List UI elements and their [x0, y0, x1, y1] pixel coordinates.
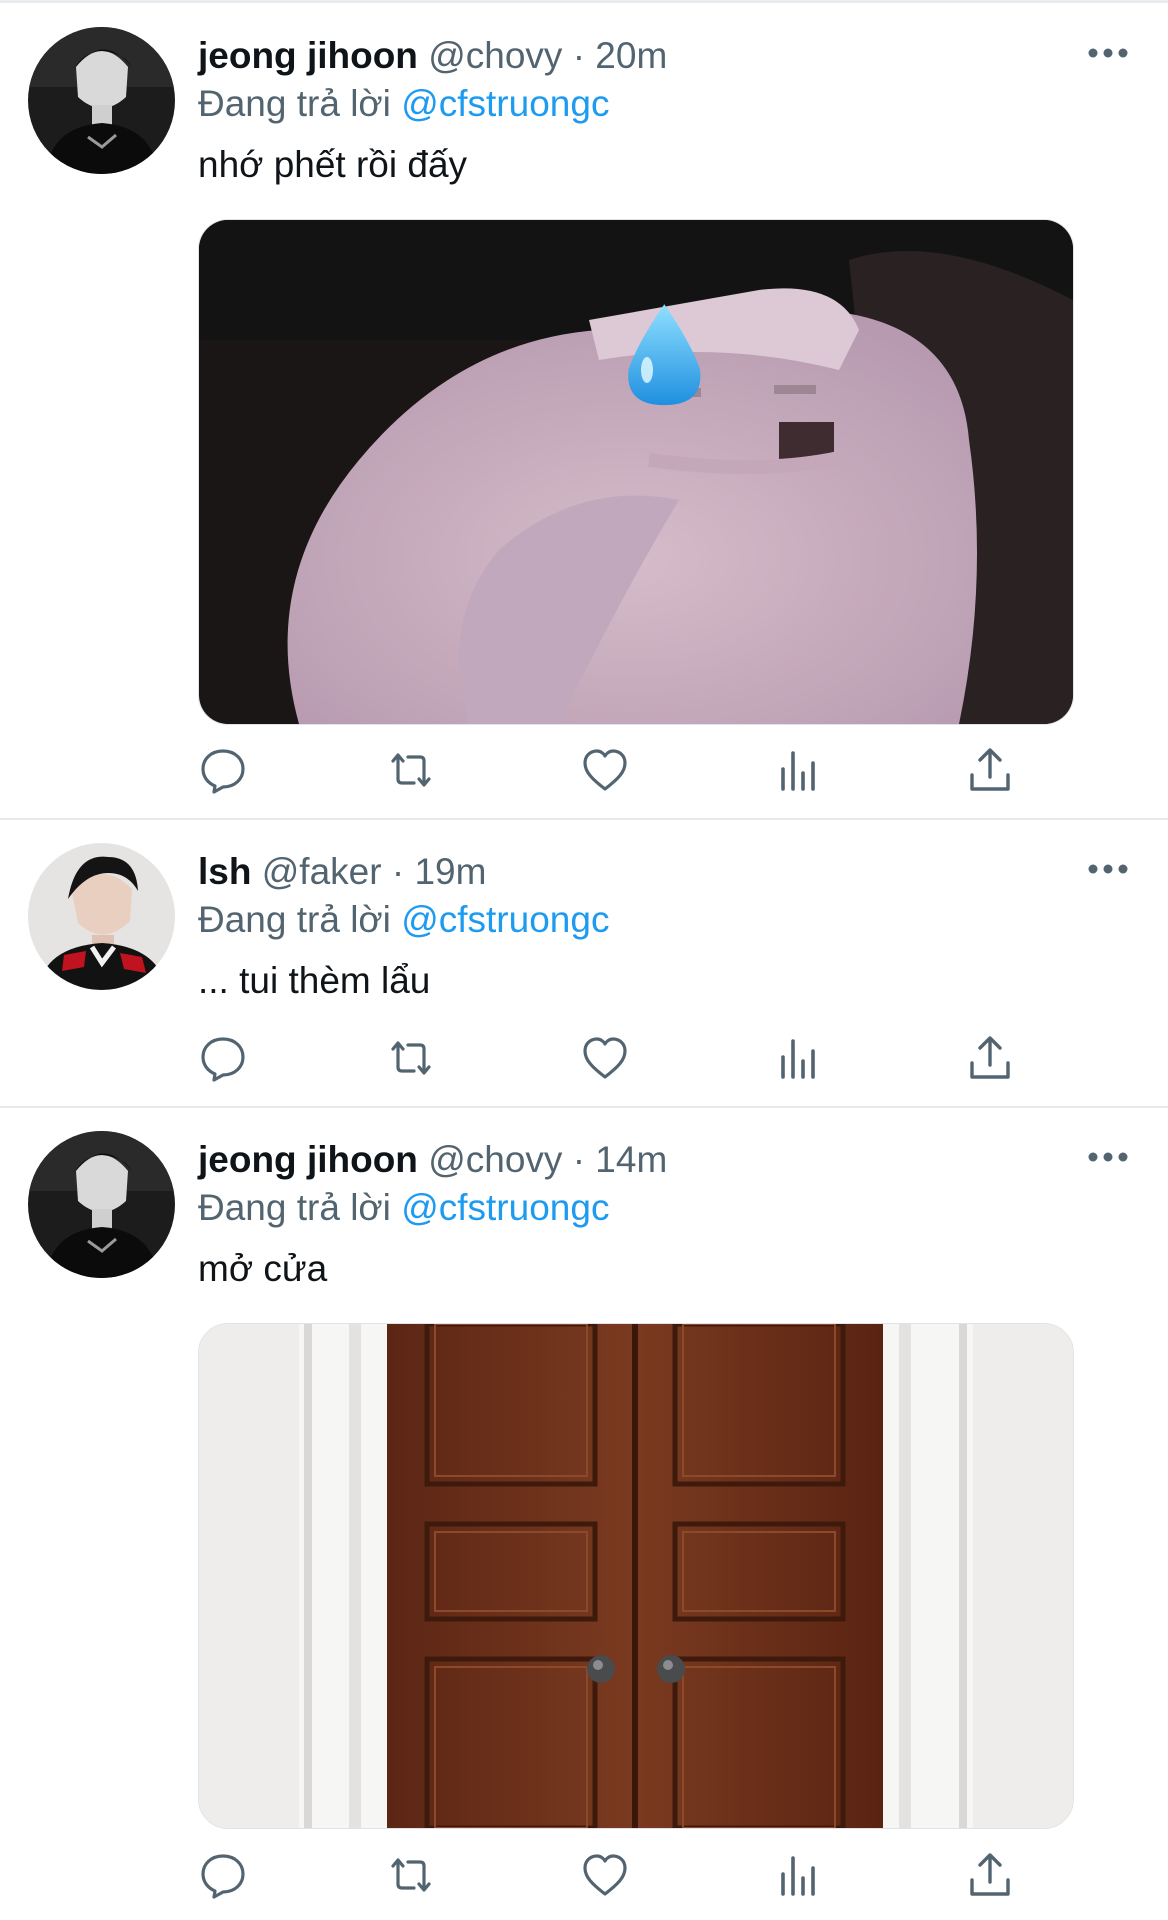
display-name[interactable]: jeong jihoon [198, 1139, 418, 1180]
like-icon[interactable] [580, 1850, 630, 1900]
user-handle[interactable]: @chovy [428, 1139, 562, 1180]
like-icon[interactable] [580, 745, 630, 795]
retweet-icon[interactable] [386, 745, 436, 795]
retweet-icon[interactable] [386, 1033, 436, 1083]
tweet-text: ... tui thèm lẩu [198, 960, 431, 1001]
separator-dot: · [572, 1139, 586, 1180]
more-options-icon[interactable] [1085, 43, 1131, 63]
tweet-actions [198, 1033, 1058, 1085]
avatar[interactable] [28, 843, 175, 990]
reply-thread-feed: jeong jihoon @chovy · 20m Đang trả lời @… [0, 0, 1168, 1920]
analytics-icon[interactable] [773, 1033, 823, 1083]
like-icon[interactable] [580, 1033, 630, 1083]
separator-dot: · [391, 851, 405, 892]
replying-to-label: Đang trả lời [198, 899, 391, 940]
user-handle[interactable]: @faker [262, 851, 382, 892]
display-name[interactable]: jeong jihoon [198, 35, 418, 76]
avatar[interactable] [28, 1131, 175, 1278]
tweet-actions [198, 1850, 1058, 1902]
replying-to-line: Đang trả lời @cfstruongc [198, 898, 609, 942]
analytics-icon[interactable] [773, 1850, 823, 1900]
wooden-double-door-image[interactable] [198, 1323, 1074, 1829]
tweet-card[interactable]: lsh @faker · 19m Đang trả lời @cfstruong… [0, 820, 1168, 1106]
reply-icon[interactable] [198, 745, 248, 795]
separator-dot: · [572, 35, 586, 76]
timestamp[interactable]: 19m [414, 851, 486, 892]
mention-link[interactable]: @cfstruongc [401, 1187, 609, 1228]
reply-icon[interactable] [198, 1850, 248, 1900]
replying-to-label: Đang trả lời [198, 1187, 391, 1228]
more-options-icon[interactable] [1085, 1147, 1131, 1167]
share-icon[interactable] [965, 1033, 1015, 1083]
user-handle[interactable]: @chovy [428, 35, 562, 76]
replying-to-line: Đang trả lời @cfstruongc [198, 1186, 609, 1230]
avatar[interactable] [28, 27, 175, 174]
replying-to-line: Đang trả lời @cfstruongc [198, 82, 609, 126]
more-options-icon[interactable] [1085, 859, 1131, 879]
analytics-icon[interactable] [773, 745, 823, 795]
tweet-header: jeong jihoon @chovy · 20m [198, 34, 667, 78]
reply-icon[interactable] [198, 1033, 248, 1083]
tweet-header: lsh @faker · 19m [198, 850, 486, 894]
mention-link[interactable]: @cfstruongc [401, 899, 609, 940]
mention-link[interactable]: @cfstruongc [401, 83, 609, 124]
retweet-icon[interactable] [386, 1850, 436, 1900]
replying-to-label: Đang trả lời [198, 83, 391, 124]
share-icon[interactable] [965, 1850, 1015, 1900]
sweating-dog-meme-image[interactable] [198, 219, 1074, 725]
tweet-text: mở cửa [198, 1248, 328, 1289]
timestamp[interactable]: 14m [595, 1139, 667, 1180]
tweet-card[interactable]: jeong jihoon @chovy · 14m Đang trả lời @… [0, 1108, 1168, 1920]
tweet-text: nhớ phết rồi đấy [198, 144, 468, 185]
timestamp[interactable]: 20m [595, 35, 667, 76]
display-name[interactable]: lsh [198, 851, 251, 892]
tweet-actions [198, 745, 1058, 797]
share-icon[interactable] [965, 745, 1015, 795]
tweet-header: jeong jihoon @chovy · 14m [198, 1138, 667, 1182]
tweet-card[interactable]: jeong jihoon @chovy · 20m Đang trả lời @… [0, 0, 1168, 818]
